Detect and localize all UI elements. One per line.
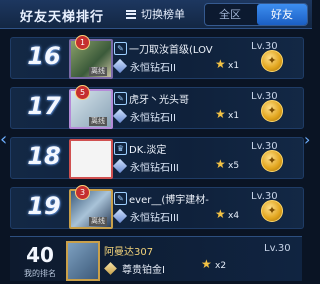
tab-all-server[interactable]: 全区 xyxy=(205,4,255,25)
rank-number: 17 xyxy=(27,92,61,120)
rank-badge: 5 xyxy=(75,85,90,100)
my-player-level: Lv.30 xyxy=(264,243,291,254)
gift-icon[interactable]: ✦ xyxy=(261,50,283,72)
player-tier: 永恒钻石II xyxy=(130,113,176,124)
diamond-icon xyxy=(104,262,117,275)
player-tier: 永恒钻石III xyxy=(130,163,179,174)
star-icon: ★ xyxy=(215,57,226,71)
edit-name-icon: ✎ xyxy=(114,192,127,205)
diamond-icon xyxy=(112,58,128,74)
star-count: x1 xyxy=(228,111,240,121)
crown-icon: ♛ xyxy=(114,142,127,155)
rank-number: 18 xyxy=(27,142,61,170)
ranking-row[interactable]: 18 ♛ DK.淡定 Lv.30 永恒钻石III ★ x5 ✦ xyxy=(10,137,304,179)
star-count: x5 xyxy=(228,161,240,171)
player-name: ever__(博宇建材- xyxy=(129,195,209,206)
player-tier: 永恒钻石II xyxy=(130,63,176,74)
player-tier: 永恒钻石III xyxy=(130,213,179,224)
my-rank-label: 我的排名 xyxy=(24,269,56,278)
status-tag: 离线 xyxy=(89,217,107,226)
player-name: 虎牙丶光头哥 xyxy=(129,95,189,106)
gift-icon[interactable]: ✦ xyxy=(261,100,283,122)
avatar[interactable] xyxy=(66,241,100,281)
rank-number: 16 xyxy=(27,42,61,70)
avatar[interactable] xyxy=(69,139,113,179)
edit-name-icon: ✎ xyxy=(114,42,127,55)
my-ranking-row[interactable]: 40 我的排名 阿曼达307 尊贵铂金I ★ x2 Lv.30 xyxy=(10,236,302,281)
rank-number: 19 xyxy=(27,192,61,220)
gift-icon[interactable]: ✦ xyxy=(261,200,283,222)
switch-leaderboard-button[interactable]: 切换榜单 xyxy=(126,5,185,23)
star-count: x1 xyxy=(228,61,240,71)
status-tag: 离线 xyxy=(89,117,107,126)
gift-icon[interactable]: ✦ xyxy=(261,150,283,172)
rank-badge: 1 xyxy=(75,35,90,50)
diamond-icon xyxy=(112,208,128,224)
star-icon: ★ xyxy=(215,107,226,121)
page-title: 好友天梯排行 xyxy=(20,10,105,25)
my-star-count: x2 xyxy=(215,261,227,271)
my-player-tier: 尊贵铂金I xyxy=(122,265,165,276)
player-name: DK.淡定 xyxy=(129,145,167,156)
chevron-right-icon[interactable]: › xyxy=(304,128,312,152)
tab-friends[interactable]: 好友 xyxy=(257,4,307,25)
star-icon: ★ xyxy=(215,157,226,171)
my-rank-number: 40 xyxy=(26,243,54,267)
status-tag: 离线 xyxy=(89,67,107,76)
top-bar: 好友天梯排行 切换榜单 全区 好友 xyxy=(0,0,312,29)
edit-name-icon: ✎ xyxy=(114,92,127,105)
my-player-name: 阿曼达307 xyxy=(104,247,154,258)
star-icon: ★ xyxy=(201,257,212,271)
diamond-icon xyxy=(112,158,128,174)
switch-leaderboard-label: 切换榜单 xyxy=(141,8,185,21)
ranking-row[interactable]: 19 3 离线 ✎ ever__(博宇建材- Lv.30 永恒钻石III ★ x… xyxy=(10,185,304,229)
player-name: 一刀取汝首级(LOV xyxy=(129,45,213,56)
ranking-list[interactable]: 16 1 离线 ✎ 一刀取汝首级(LOV Lv.30 永恒钻石II ★ x1 ✦… xyxy=(10,29,304,233)
chevron-left-icon[interactable]: ‹ xyxy=(0,128,9,152)
diamond-icon xyxy=(112,108,128,124)
scope-tabs: 全区 好友 xyxy=(204,3,308,26)
ranking-row[interactable]: 17 5 离线 ✎ 虎牙丶光头哥 Lv.30 永恒钻石II ★ x1 ✦ xyxy=(10,85,304,129)
star-count: x4 xyxy=(228,211,240,221)
rank-badge: 3 xyxy=(75,185,90,200)
list-icon xyxy=(126,9,136,19)
star-icon: ★ xyxy=(215,207,226,221)
ranking-row[interactable]: 16 1 离线 ✎ 一刀取汝首级(LOV Lv.30 永恒钻石II ★ x1 ✦ xyxy=(10,35,304,79)
